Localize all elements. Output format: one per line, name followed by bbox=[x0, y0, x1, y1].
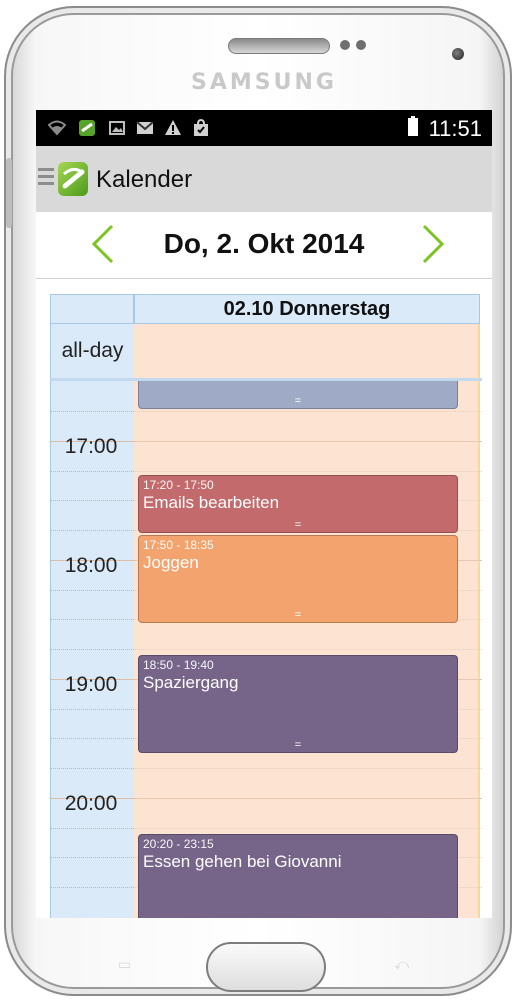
resize-handle[interactable]: = bbox=[139, 740, 457, 751]
event-time: 20:20 - 23:15 bbox=[143, 837, 214, 851]
hour-label-18: 18:00 bbox=[64, 554, 118, 577]
back-key[interactable]: ⤺ bbox=[394, 956, 422, 972]
event-block[interactable]: = bbox=[138, 381, 458, 409]
event-time: 17:20 - 17:50 bbox=[143, 478, 214, 492]
proximity-sensor bbox=[340, 40, 350, 50]
hamburger-menu-icon[interactable] bbox=[38, 168, 54, 188]
app-notification-icon bbox=[79, 120, 95, 136]
event-emails-bearbeiten[interactable]: 17:20 - 17:50 Emails bearbeiten = bbox=[138, 475, 458, 533]
day-header: 02.10 Donnerstag bbox=[50, 294, 482, 324]
next-day-button[interactable] bbox=[418, 222, 448, 266]
status-time: 11:51 bbox=[428, 116, 482, 141]
screen: 11:51 Kalender Do, 2. Okt 2014 02.10 Don… bbox=[36, 110, 492, 918]
event-time: 18:50 - 19:40 bbox=[143, 658, 214, 672]
hour-label-17: 17:00 bbox=[64, 435, 118, 458]
wifi-icon bbox=[48, 120, 66, 136]
shopping-bag-icon bbox=[194, 119, 208, 136]
warning-icon bbox=[165, 120, 181, 135]
light-sensor bbox=[356, 40, 366, 50]
slot-line bbox=[50, 828, 482, 829]
hour-label-19: 19:00 bbox=[64, 673, 118, 696]
app-title: Kalender bbox=[96, 166, 193, 193]
event-time: 17:50 - 18:35 bbox=[143, 538, 214, 552]
mail-icon bbox=[136, 121, 154, 134]
resize-handle[interactable]: = bbox=[139, 610, 457, 621]
home-button[interactable] bbox=[206, 942, 326, 992]
resize-handle[interactable]: = bbox=[139, 396, 457, 407]
resize-handle[interactable]: = bbox=[139, 520, 457, 531]
slot-line bbox=[50, 411, 482, 412]
day-view: 02.10 Donnerstag all-day 17:00 18:00 19:… bbox=[50, 294, 482, 918]
event-joggen[interactable]: 17:50 - 18:35 Joggen = bbox=[138, 535, 458, 623]
brand-logo: SAMSUNG bbox=[191, 70, 337, 95]
time-grid[interactable]: 17:00 18:00 19:00 20:00 = 17:20 - 17:50 … bbox=[50, 381, 482, 918]
status-bar: 11:51 bbox=[36, 110, 492, 146]
front-camera bbox=[452, 48, 464, 60]
recent-apps-key[interactable]: ▭ bbox=[118, 956, 146, 972]
action-bar: Kalender bbox=[36, 146, 492, 212]
event-title: Essen gehen bei Giovanni bbox=[143, 852, 342, 871]
event-title: Joggen bbox=[143, 553, 199, 572]
allday-label: all-day bbox=[50, 324, 134, 378]
battery-icon bbox=[408, 116, 418, 136]
volume-button[interactable] bbox=[6, 158, 12, 228]
event-essen-gehen-bei-giovanni[interactable]: 20:20 - 23:15 Essen gehen bei Giovanni bbox=[138, 834, 458, 918]
hour-label-20: 20:00 bbox=[64, 792, 118, 815]
chevron-right-icon bbox=[422, 224, 445, 264]
slot-line bbox=[50, 768, 482, 769]
slot-line bbox=[50, 471, 482, 472]
event-title: Emails bearbeiten bbox=[143, 493, 280, 512]
image-icon bbox=[109, 121, 125, 135]
header-gutter bbox=[50, 294, 134, 324]
event-spaziergang[interactable]: 18:50 - 19:40 Spaziergang = bbox=[138, 655, 458, 753]
date-navigation-bar: Do, 2. Okt 2014 bbox=[36, 212, 492, 279]
slot-line bbox=[50, 649, 482, 650]
event-title: Spaziergang bbox=[143, 673, 239, 692]
day-column-header[interactable]: 02.10 Donnerstag bbox=[134, 294, 480, 324]
allday-slot[interactable] bbox=[134, 324, 480, 378]
earpiece-speaker bbox=[228, 38, 330, 54]
app-logo-icon[interactable] bbox=[58, 162, 88, 196]
